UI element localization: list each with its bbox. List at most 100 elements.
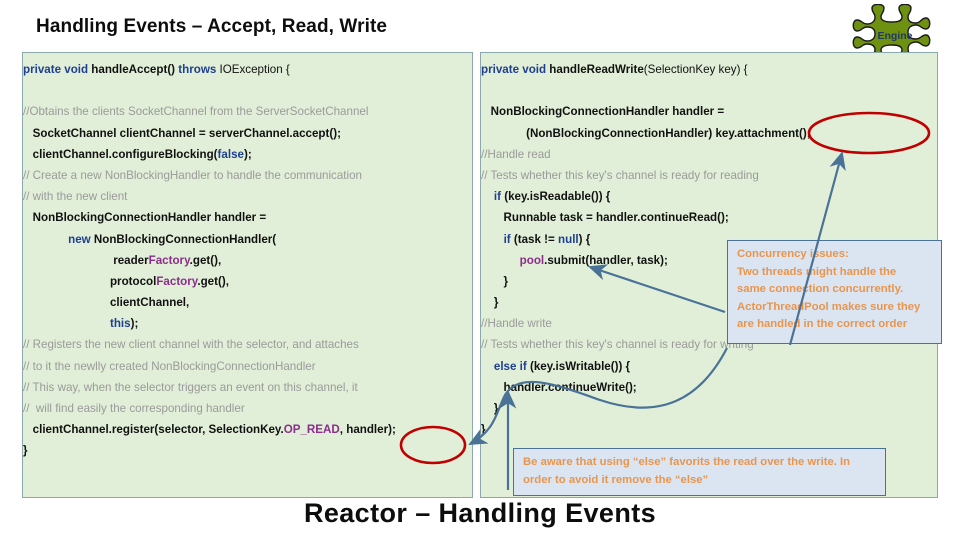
code-token: (SelectionKey key) {: [643, 63, 748, 76]
code-token: //Obtains the clients SocketChannel from…: [23, 105, 369, 119]
code-line: //Obtains the clients SocketChannel from…: [23, 101, 472, 122]
code-token: NonBlockingConnectionHandler(: [90, 232, 277, 246]
code-line: readerFactory.get(),: [23, 250, 472, 271]
code-token: }: [481, 296, 499, 310]
code-token: // Registers the new client channel with…: [23, 338, 359, 352]
code-token: // This way, when the selector triggers …: [23, 380, 358, 394]
code-line: clientChannel.register(selector, Selecti…: [23, 419, 472, 440]
code-line: //Handle read: [481, 144, 937, 165]
code-line: // to it the newlly created NonBlockingC…: [23, 356, 472, 377]
code-token: .get(),: [197, 274, 229, 288]
code-token: }: [481, 423, 486, 437]
code-token: (key.isWritable()) {: [526, 359, 631, 373]
code-line: handler.continueWrite();: [481, 377, 937, 398]
code-line: this);: [23, 313, 472, 334]
code-token: handler.continueWrite();: [481, 380, 637, 394]
code-token: clientChannel.register(selector, Selecti…: [23, 423, 284, 437]
callout-line: are handled in the correct order: [737, 318, 908, 330]
code-token: // will find easily the corresponding ha…: [23, 402, 245, 415]
code-token: new: [68, 232, 91, 246]
code-line: (NonBlockingConnectionHandler) key.attac…: [481, 123, 937, 144]
code-token: private void: [23, 63, 92, 76]
code-token: // to it the newlly created NonBlockingC…: [23, 359, 316, 373]
code-token: clientChannel.configureBlocking(: [23, 147, 218, 161]
code-line: NonBlockingConnectionHandler handler =: [23, 207, 472, 228]
code-line: if (key.isReadable()) {: [481, 186, 937, 207]
code-line: }: [481, 419, 937, 440]
callout-line: Two threads might handle the: [737, 265, 897, 278]
code-token: protocol: [23, 274, 157, 288]
code-token: SocketChannel clientChannel = serverChan…: [23, 126, 341, 140]
code-token: IOException {: [216, 63, 290, 76]
code-line: clientChannel.configureBlocking(false);: [23, 144, 472, 165]
code-token: ) {: [578, 232, 591, 246]
code-token: // Tests whether this key's channel is r…: [481, 168, 759, 182]
code-token: Runnable task = handler.continueRead();: [481, 211, 729, 225]
code-token: (task !=: [510, 232, 559, 246]
code-left-lines: private void handleAccept() throws IOExc…: [23, 53, 472, 462]
code-token: clientChannel,: [23, 296, 190, 310]
code-line: // Create a new NonBlockingHandler to ha…: [23, 165, 472, 186]
callout-line: ActorThreadPool makes sure they: [737, 300, 921, 313]
code-token: // Tests whether this key's channel is r…: [481, 338, 754, 352]
code-token: false: [217, 147, 244, 161]
code-token: }: [23, 444, 28, 458]
callout-concurrency-issues: Concurrency issues: Two threads might han…: [727, 240, 942, 344]
code-token: throws: [178, 63, 217, 76]
code-token: this: [109, 317, 131, 331]
code-line: private void handleAccept() throws IOExc…: [23, 59, 472, 80]
slide-canvas: Handling Events – Accept, Read, Write En…: [0, 0, 960, 540]
callout-line: Concurrency issues:: [737, 248, 849, 260]
callout-line: Be aware that using “else” favorits the …: [523, 456, 851, 468]
code-line: // Registers the new client channel with…: [23, 334, 472, 355]
code-token: handleAccept(): [91, 63, 176, 76]
code-line: // Tests whether this key's channel is r…: [481, 165, 937, 186]
code-token: }: [481, 402, 499, 415]
code-line: else if (key.isWritable()) {: [481, 356, 937, 377]
code-token: // Create a new NonBlockingHandler to ha…: [23, 168, 362, 182]
code-line: private void handleReadWrite(SelectionKe…: [481, 59, 937, 80]
footer-title: Reactor – Handling Events: [303, 498, 657, 528]
code-token: //Handle write: [481, 317, 552, 331]
code-line: new NonBlockingConnectionHandler(: [23, 229, 472, 250]
code-token: (NonBlockingConnectionHandler) key.attac…: [481, 126, 811, 140]
page-title: Handling Events – Accept, Read, Write: [36, 16, 388, 37]
code-token: .submit(handler, task);: [544, 253, 668, 267]
code-line: SocketChannel clientChannel = serverChan…: [23, 123, 472, 144]
code-token: OP_READ: [283, 423, 340, 437]
code-line: }: [23, 440, 472, 461]
code-token: }: [481, 274, 509, 288]
code-line: // with the new client: [23, 186, 472, 207]
code-token: private void: [481, 63, 550, 76]
callout-line: order to avoid it remove the “else”: [523, 473, 709, 486]
code-line: NonBlockingConnectionHandler handler =: [481, 101, 937, 122]
code-token: if: [503, 232, 511, 246]
code-token: if: [493, 190, 501, 204]
code-token: null: [558, 232, 579, 246]
code-line: protocolFactory.get(),: [23, 271, 472, 292]
code-line: // This way, when the selector triggers …: [23, 377, 472, 398]
code-line: // will find easily the corresponding ha…: [23, 398, 472, 419]
code-block-handle-accept: private void handleAccept() throws IOExc…: [22, 52, 473, 498]
code-token: Factory: [148, 253, 190, 267]
code-token: .get(),: [189, 253, 222, 267]
callout-line: same connection concurrently.: [737, 283, 904, 295]
code-token: , handler);: [339, 423, 396, 437]
code-token: else if: [493, 359, 527, 373]
code-token: //Handle read: [481, 147, 551, 161]
code-token: // with the new client: [23, 190, 128, 204]
code-token: Factory: [156, 274, 198, 288]
code-token: );: [243, 147, 252, 161]
code-token: );: [130, 317, 139, 331]
code-token: reader: [23, 253, 149, 267]
callout-else-note: Be aware that using “else” favorits the …: [513, 448, 886, 496]
code-line: clientChannel,: [23, 292, 472, 313]
